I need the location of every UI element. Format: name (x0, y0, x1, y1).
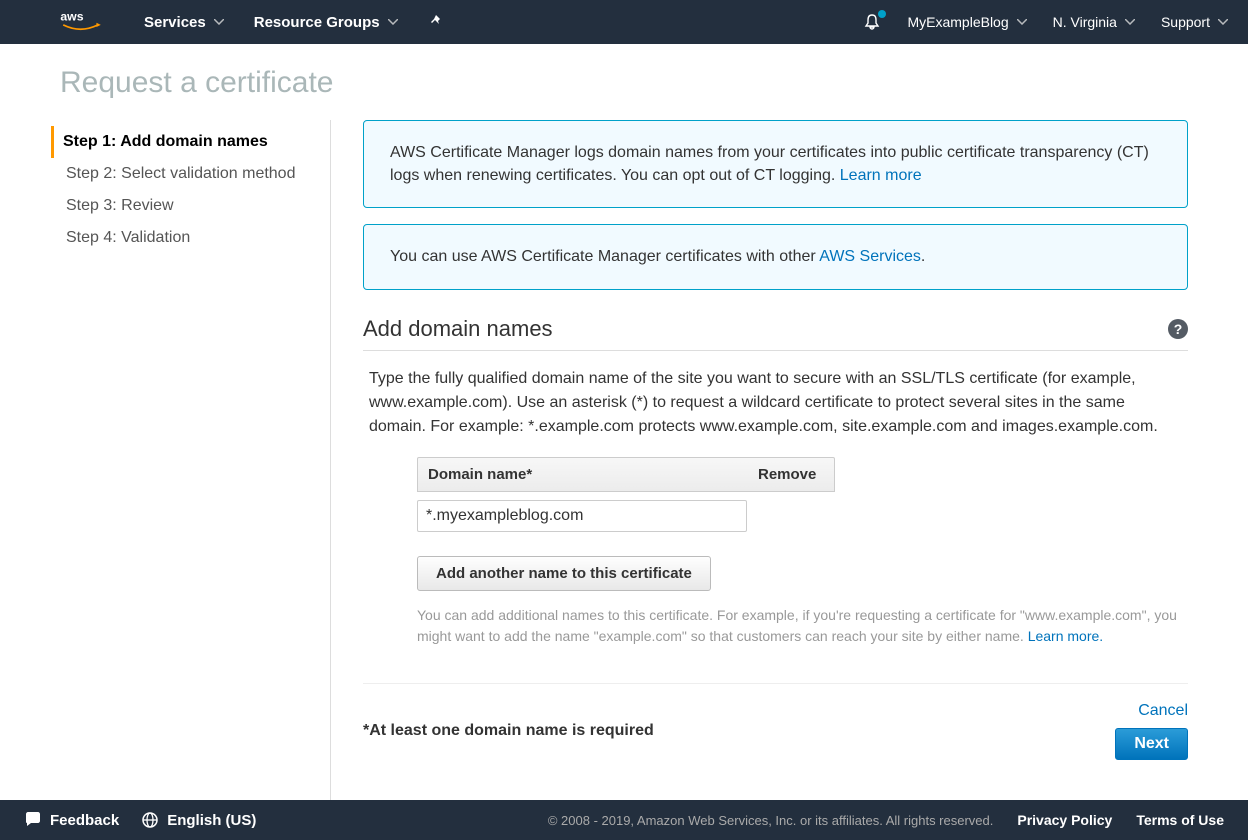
language-label: English (US) (167, 812, 256, 829)
learn-more-link[interactable]: Learn more. (1028, 628, 1103, 644)
notification-dot (878, 10, 886, 18)
globe-icon (141, 811, 159, 829)
nav-support[interactable]: Support (1161, 14, 1228, 30)
chat-icon (24, 811, 42, 829)
nav-right: MyExampleBlog N. Virginia Support (863, 13, 1228, 31)
terms-of-use-link[interactable]: Terms of Use (1136, 812, 1224, 828)
step-2[interactable]: Step 2: Select validation method (60, 158, 330, 190)
cancel-link[interactable]: Cancel (1138, 702, 1188, 720)
section-header: Add domain names ? (363, 306, 1188, 351)
bottom-row: *At least one domain name is required Ca… (363, 702, 1188, 760)
nav-support-label: Support (1161, 14, 1210, 30)
footer: Feedback English (US) © 2008 - 2019, Ama… (0, 800, 1248, 840)
caret-down-icon (214, 19, 224, 25)
section-description: Type the fully qualified domain name of … (363, 351, 1188, 451)
actions: Cancel Next (1115, 702, 1188, 760)
col-domain-name: Domain name* (418, 458, 748, 491)
caret-down-icon (1125, 19, 1135, 25)
domain-name-input[interactable] (417, 500, 747, 532)
caret-down-icon (1218, 19, 1228, 25)
nav-account-label: MyExampleBlog (907, 14, 1008, 30)
nav-services-label: Services (144, 14, 206, 31)
svg-text:aws: aws (60, 10, 83, 24)
step-4[interactable]: Step 4: Validation (60, 222, 330, 254)
required-note: *At least one domain name is required (363, 722, 654, 740)
col-remove: Remove (748, 458, 834, 491)
caret-down-icon (1017, 19, 1027, 25)
info-ct-logging: AWS Certificate Manager logs domain name… (363, 120, 1188, 208)
aws-services-link[interactable]: AWS Services (819, 248, 921, 265)
privacy-policy-link[interactable]: Privacy Policy (1017, 812, 1112, 828)
add-another-name-button[interactable]: Add another name to this certificate (417, 556, 711, 591)
nav-resource-groups[interactable]: Resource Groups (254, 14, 398, 31)
domain-row (417, 492, 835, 532)
help-icon[interactable]: ? (1168, 319, 1188, 339)
steps-sidebar: Step 1: Add domain names Step 2: Select … (60, 120, 330, 800)
feedback-label: Feedback (50, 812, 119, 829)
nav-left: Services Resource Groups (144, 13, 446, 31)
info-ct-text: AWS Certificate Manager logs domain name… (390, 144, 1149, 184)
nav-account[interactable]: MyExampleBlog (907, 14, 1026, 30)
language-selector[interactable]: English (US) (141, 811, 256, 829)
info-services-suffix: . (921, 248, 925, 265)
step-1[interactable]: Step 1: Add domain names (51, 126, 330, 158)
notifications-icon[interactable] (863, 13, 881, 31)
nav-region[interactable]: N. Virginia (1053, 14, 1135, 30)
domain-table: Domain name* Remove (417, 457, 835, 532)
info-services-text: You can use AWS Certificate Manager cert… (390, 248, 819, 265)
copyright: © 2008 - 2019, Amazon Web Services, Inc.… (548, 813, 994, 828)
page-body: Request a certificate Step 1: Add domain… (0, 44, 1248, 800)
main-content: AWS Certificate Manager logs domain name… (330, 120, 1188, 800)
footer-left: Feedback English (US) (24, 811, 256, 829)
separator (363, 683, 1188, 684)
pin-icon[interactable] (428, 13, 446, 31)
additional-names-hint: You can add additional names to this cer… (417, 605, 1188, 647)
page-title: Request a certificate (60, 66, 1188, 100)
domain-table-header: Domain name* Remove (417, 457, 835, 492)
footer-right: © 2008 - 2019, Amazon Web Services, Inc.… (548, 812, 1224, 828)
aws-logo[interactable]: aws (60, 9, 104, 35)
nav-region-label: N. Virginia (1053, 14, 1117, 30)
nav-resource-groups-label: Resource Groups (254, 14, 380, 31)
feedback-link[interactable]: Feedback (24, 811, 119, 829)
section-title: Add domain names (363, 316, 553, 342)
nav-services[interactable]: Services (144, 14, 224, 31)
caret-down-icon (388, 19, 398, 25)
info-aws-services: You can use AWS Certificate Manager cert… (363, 224, 1188, 289)
learn-more-link[interactable]: Learn more (840, 167, 922, 184)
top-nav: aws Services Resource Groups (0, 0, 1248, 44)
step-3[interactable]: Step 3: Review (60, 190, 330, 222)
next-button[interactable]: Next (1115, 728, 1188, 760)
